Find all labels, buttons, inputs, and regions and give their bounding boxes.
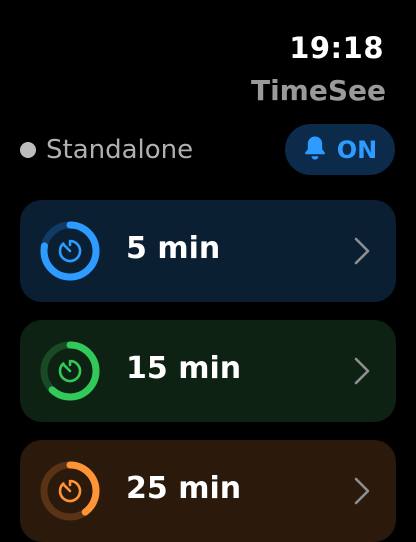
progress-ring (40, 461, 100, 521)
mode-label: Standalone (46, 135, 194, 165)
timer-label: 25 min (126, 471, 242, 506)
alerts-toggle-label: ON (336, 135, 378, 164)
progress-ring (40, 341, 100, 401)
timer-icon (58, 479, 82, 503)
app-title: TimeSee (250, 74, 386, 107)
timer-card-25-min[interactable]: 25 min (20, 440, 396, 542)
chevron-right-icon (354, 357, 370, 385)
bell-icon (303, 135, 327, 165)
timer-icon (58, 359, 82, 383)
clock-time: 19:18 (289, 31, 384, 65)
status-dot (20, 142, 36, 158)
timer-label: 15 min (126, 351, 242, 386)
chevron-right-icon (354, 477, 370, 505)
timer-icon (58, 239, 82, 263)
mode-indicator: Standalone (20, 137, 193, 163)
timer-label: 5 min (126, 231, 221, 266)
timer-card-5-min[interactable]: 5 min (20, 200, 396, 302)
timer-card-15-min[interactable]: 15 min (20, 320, 396, 422)
progress-ring (40, 221, 100, 281)
chevron-right-icon (354, 237, 370, 265)
alerts-toggle-button[interactable]: ON (285, 124, 395, 175)
